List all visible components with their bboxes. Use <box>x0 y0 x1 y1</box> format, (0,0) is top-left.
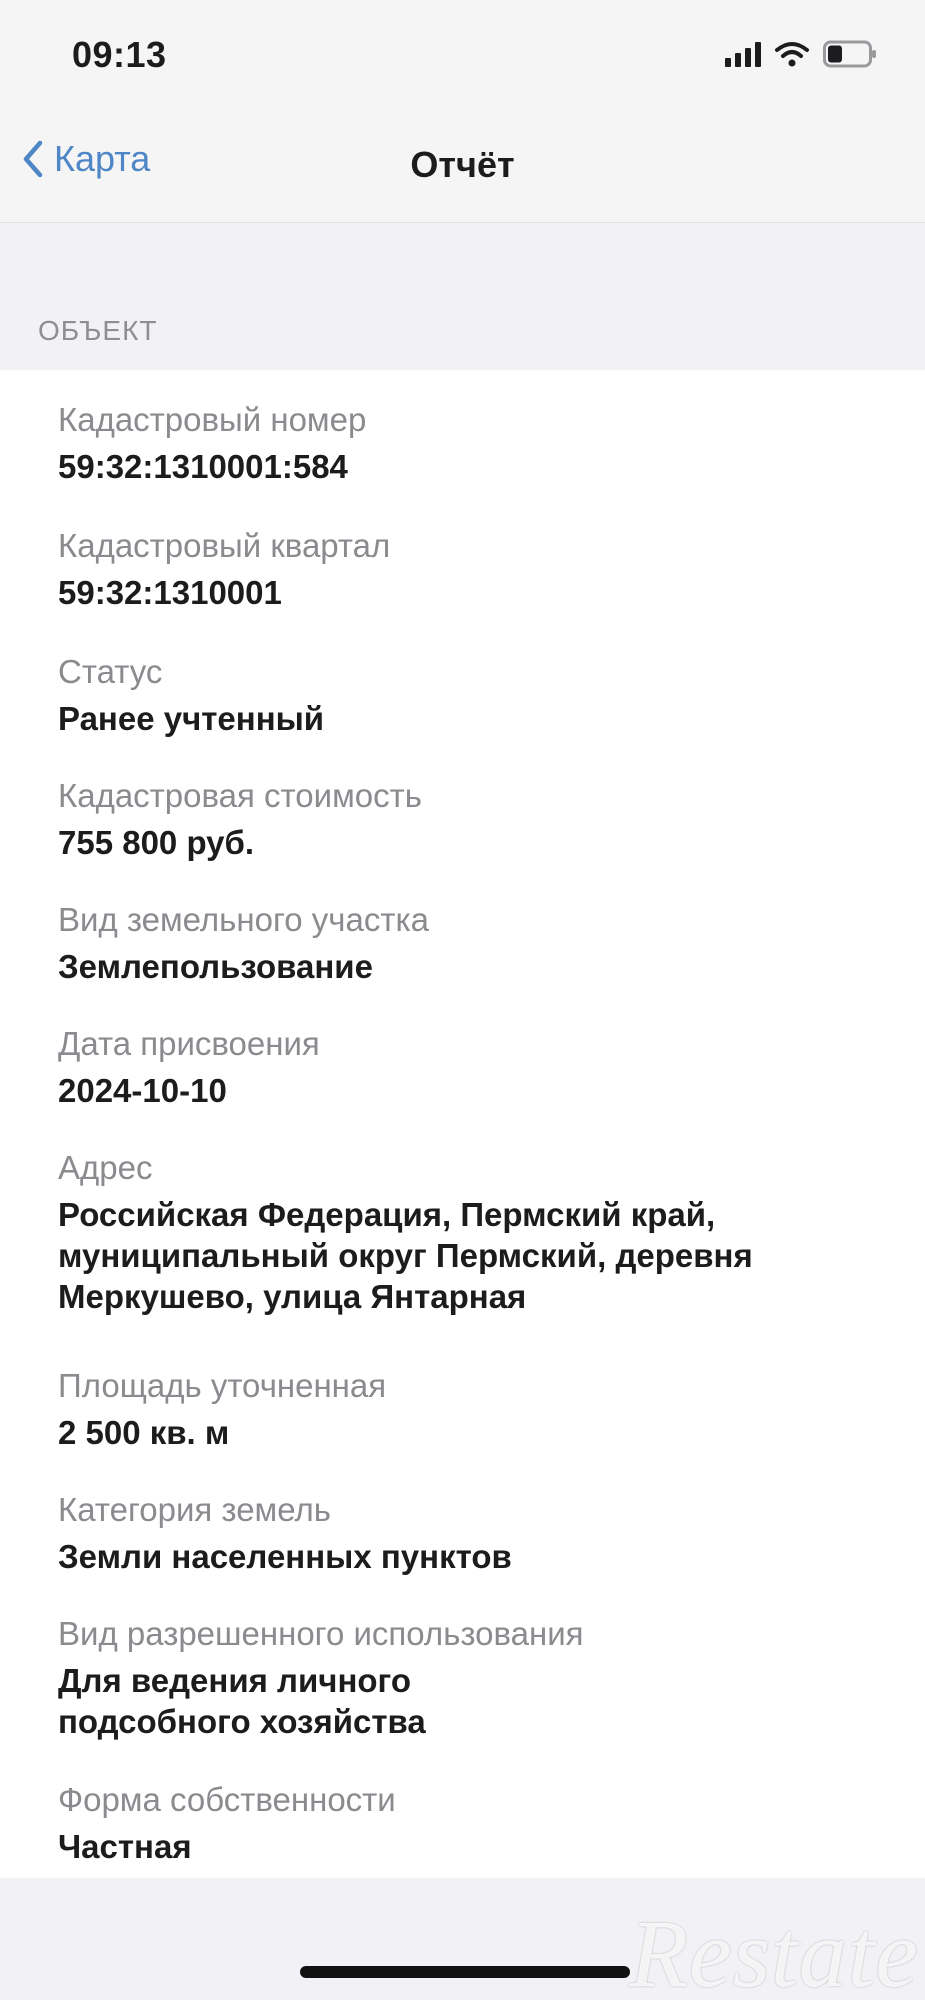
field-cadastral-value: Кадастровая стоимость 755 800 руб. <box>58 776 878 863</box>
status-icons <box>725 40 877 68</box>
field-value: Земли населенных пунктов <box>58 1538 512 1575</box>
field-label: Кадастровый квартал <box>58 527 391 564</box>
field-label: Категория земель <box>58 1491 331 1528</box>
field-label: Кадастровый номер <box>58 401 367 438</box>
field-value: 59:32:1310001:584 <box>58 448 348 485</box>
field-label: Кадастровая стоимость <box>58 777 422 814</box>
field-cadastral-number: Кадастровый номер 59:32:1310001:584 <box>58 400 878 487</box>
signal-icon <box>725 41 761 67</box>
field-assignment-date: Дата присвоения 2024-10-10 <box>58 1024 878 1111</box>
status-time: 09:13 <box>72 34 167 75</box>
field-status: Статус Ранее учтенный <box>58 652 878 739</box>
field-label: Вид земельного участка <box>58 901 429 938</box>
battery-icon <box>823 40 877 68</box>
section-header: ОБЪЕКТ <box>38 315 158 346</box>
field-label: Площадь уточненная <box>58 1367 387 1404</box>
field-permitted-use: Вид разрешенного использования Для веден… <box>58 1614 878 1742</box>
field-land-category: Категория земель Земли населенных пункто… <box>58 1490 878 1577</box>
field-value: Ранее учтенный <box>58 700 325 737</box>
field-value: Для ведения личного подсобного хозяйства <box>58 1662 426 1740</box>
object-details-card: Кадастровый номер 59:32:1310001:584 Када… <box>0 370 925 1878</box>
field-address: Адрес Российская Федерация, Пермский кра… <box>58 1148 878 1317</box>
watermark-logo: Restate <box>629 1900 919 2000</box>
field-value: 755 800 руб. <box>58 824 255 861</box>
field-label: Вид разрешенного использования <box>58 1615 584 1652</box>
home-indicator[interactable] <box>300 1966 630 1978</box>
field-label: Статус <box>58 653 163 690</box>
field-value: Землепользование <box>58 948 373 985</box>
field-refined-area: Площадь уточненная 2 500 кв. м <box>58 1366 878 1453</box>
field-land-plot-type: Вид земельного участка Землепользование <box>58 900 878 987</box>
field-value: Российская Федерация, Пермский край, мун… <box>58 1196 753 1315</box>
page-title: Отчёт <box>410 144 515 185</box>
report-screen: 09:13 Карта Отчёт ОБЪЕКТ Кадастровый ном… <box>0 0 925 2000</box>
wifi-icon <box>775 41 809 67</box>
field-value: 59:32:1310001 <box>58 574 282 611</box>
field-label: Форма собственности <box>58 1781 396 1818</box>
field-cadastral-quarter: Кадастровый квартал 59:32:1310001 <box>58 526 878 613</box>
field-value: 2024-10-10 <box>58 1072 227 1109</box>
field-label: Дата присвоения <box>58 1025 320 1062</box>
field-value: 2 500 кв. м <box>58 1414 230 1451</box>
navigation-bar: Карта Отчёт <box>0 110 925 223</box>
field-value: Частная <box>58 1828 192 1865</box>
status-bar: 09:13 <box>0 0 925 110</box>
field-ownership-form: Форма собственности Частная <box>58 1780 878 1867</box>
field-label: Адрес <box>58 1149 153 1186</box>
